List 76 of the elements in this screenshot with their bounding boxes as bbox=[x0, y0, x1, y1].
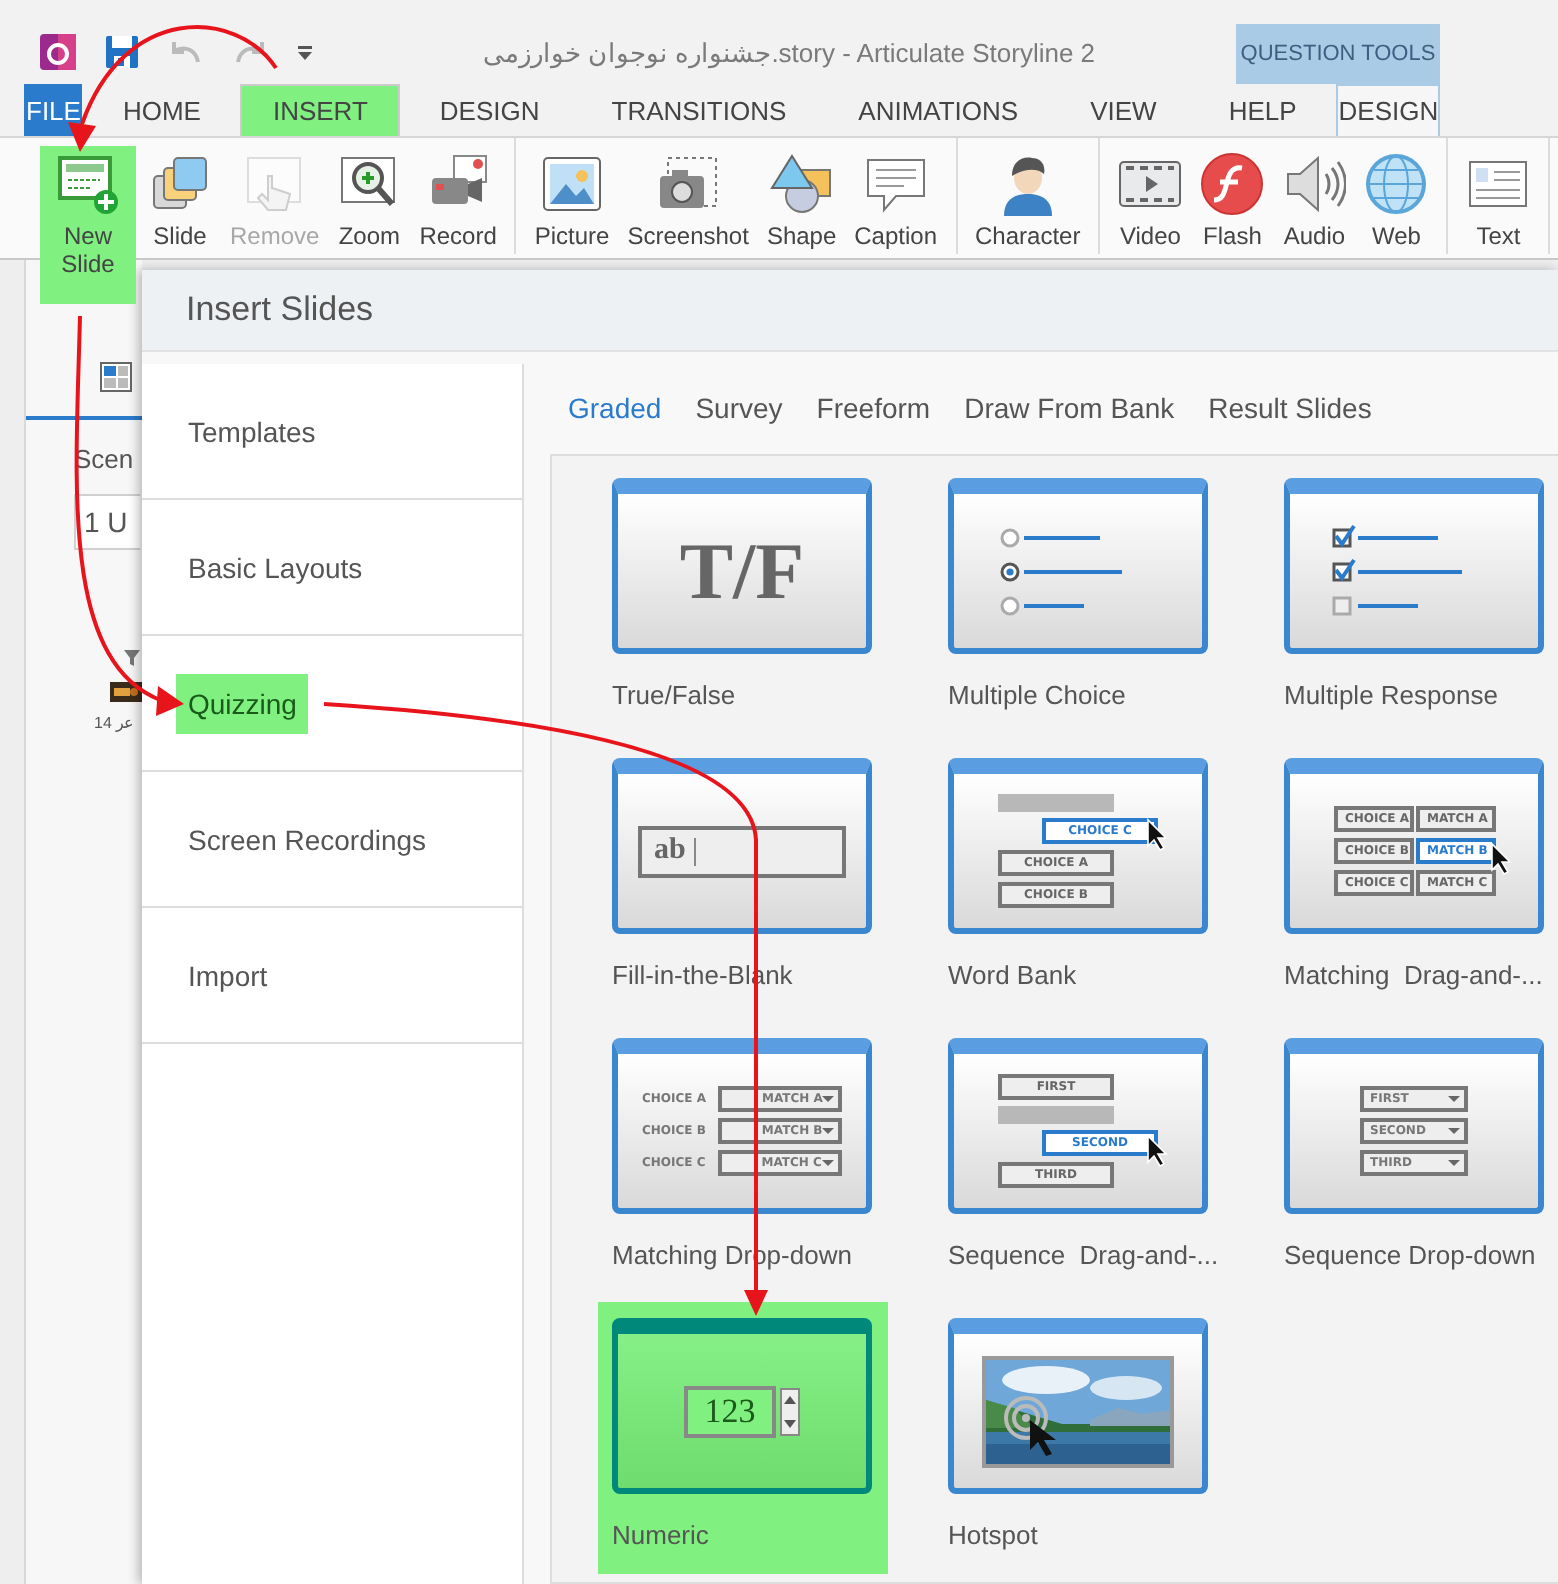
slide-thumbnail[interactable]: ab bbox=[612, 758, 872, 934]
slide-type-tile[interactable]: 123 Numeric bbox=[598, 1302, 888, 1574]
text-field-drawing: ab bbox=[638, 825, 846, 877]
tile-label: Matching Drag-and-... bbox=[1284, 960, 1545, 990]
speaker-icon bbox=[1282, 152, 1347, 216]
hand-pointer-icon bbox=[242, 152, 307, 216]
category-tab[interactable]: Survey bbox=[695, 392, 783, 424]
pointer-icon bbox=[1490, 842, 1514, 876]
ribbon-tab[interactable]: TRANSITIONS bbox=[579, 84, 819, 136]
globe-icon bbox=[1364, 152, 1429, 216]
tile-label: Hotspot bbox=[948, 1520, 1040, 1550]
ribbon-tab[interactable]: DESIGN bbox=[1336, 84, 1441, 136]
ribbon-button[interactable]: New Slide bbox=[40, 146, 136, 304]
nav-item[interactable]: Quizzing bbox=[176, 673, 309, 733]
ribbon-tab[interactable]: HOME bbox=[90, 84, 233, 136]
window-title: جشنواره نوجوان خوارزمی.story - Articulate Storyline 2 bbox=[480, 37, 1098, 67]
category-tab[interactable]: Result Slides bbox=[1208, 392, 1372, 424]
pointer-icon bbox=[1146, 1134, 1170, 1168]
tile-label: Numeric bbox=[612, 1520, 711, 1550]
slide-plus-icon bbox=[56, 152, 120, 216]
category-tab[interactable]: Freeform bbox=[816, 392, 931, 424]
ribbon-button[interactable]: Shape bbox=[760, 146, 843, 250]
slide-caption: عر 14 bbox=[94, 714, 135, 732]
ribbon-tab[interactable]: FILE bbox=[24, 84, 83, 136]
drop-slot bbox=[998, 1106, 1114, 1124]
app-icon bbox=[40, 34, 76, 70]
flash-icon bbox=[1200, 152, 1265, 216]
ribbon-button[interactable]: Flash bbox=[1194, 146, 1271, 250]
undo-icon bbox=[168, 38, 204, 66]
ribbon-button[interactable]: Web bbox=[1358, 146, 1435, 250]
ribbon-tab[interactable]: ANIMATIONS bbox=[826, 84, 1051, 136]
customize-icon bbox=[296, 43, 314, 61]
ribbon-button[interactable]: Video bbox=[1112, 146, 1189, 250]
filter-icon bbox=[124, 650, 140, 666]
ribbon-button[interactable]: Caption bbox=[848, 146, 944, 250]
slide-thumbnail-icon bbox=[110, 682, 142, 702]
ribbon-tab[interactable]: INSERT bbox=[240, 84, 400, 136]
spinner-icon bbox=[779, 1387, 800, 1435]
pointer-icon bbox=[1146, 818, 1170, 852]
nav-item[interactable]: Import bbox=[176, 945, 280, 1005]
slide-thumbnail[interactable] bbox=[948, 478, 1208, 654]
grid-view-icon bbox=[100, 361, 132, 391]
drop-slot bbox=[998, 794, 1114, 812]
slide-thumbnail[interactable]: T/F bbox=[612, 478, 872, 654]
contextual-tab-header: QUESTION TOOLS bbox=[1236, 24, 1440, 84]
redo-icon bbox=[232, 38, 268, 66]
slide-thumbnail[interactable]: 123 bbox=[612, 1318, 872, 1494]
category-tab[interactable]: Graded bbox=[568, 392, 662, 424]
ribbon-tab[interactable]: HELP bbox=[1196, 84, 1329, 136]
nav-item[interactable]: Basic Layouts bbox=[176, 537, 375, 597]
ribbon-button[interactable]: Character bbox=[969, 146, 1087, 250]
ribbon-button[interactable]: Record bbox=[413, 146, 503, 250]
nav-item[interactable]: Screen Recordings bbox=[176, 809, 439, 869]
ribbon-tab[interactable]: VIEW bbox=[1058, 84, 1189, 136]
thumbnail-text: T/F bbox=[679, 524, 805, 618]
ribbon-button[interactable]: Zoom bbox=[331, 146, 408, 250]
tile-label: Sequence Drop-down bbox=[1284, 1240, 1538, 1270]
category-tab[interactable]: Draw From Bank bbox=[964, 392, 1175, 424]
tile-label: Word Bank bbox=[948, 960, 1079, 990]
number-field-drawing: 123 bbox=[684, 1385, 776, 1437]
ribbon-button[interactable]: Slide bbox=[142, 146, 218, 250]
shapes-icon bbox=[769, 152, 834, 216]
slide-thumbnail[interactable] bbox=[1284, 478, 1544, 654]
ribbon-button[interactable]: Audio bbox=[1276, 146, 1353, 250]
ribbon-tab[interactable]: DESIGN bbox=[407, 84, 572, 136]
ribbon-button[interactable]: Picture bbox=[528, 146, 616, 250]
ribbon-button[interactable]: Screenshot bbox=[621, 146, 755, 250]
nav-item[interactable]: Templates bbox=[176, 401, 328, 461]
ribbon-button[interactable]: Text bbox=[1460, 146, 1537, 250]
image-icon bbox=[540, 152, 605, 216]
tile-label: Multiple Choice bbox=[948, 680, 1128, 710]
tile-label: True/False bbox=[612, 680, 738, 710]
scene-field[interactable]: 1 U bbox=[74, 494, 140, 550]
slide-thumbnail[interactable] bbox=[948, 1318, 1208, 1494]
dialog-title: Insert Slides bbox=[186, 290, 374, 330]
tile-label: Multiple Response bbox=[1284, 680, 1500, 710]
